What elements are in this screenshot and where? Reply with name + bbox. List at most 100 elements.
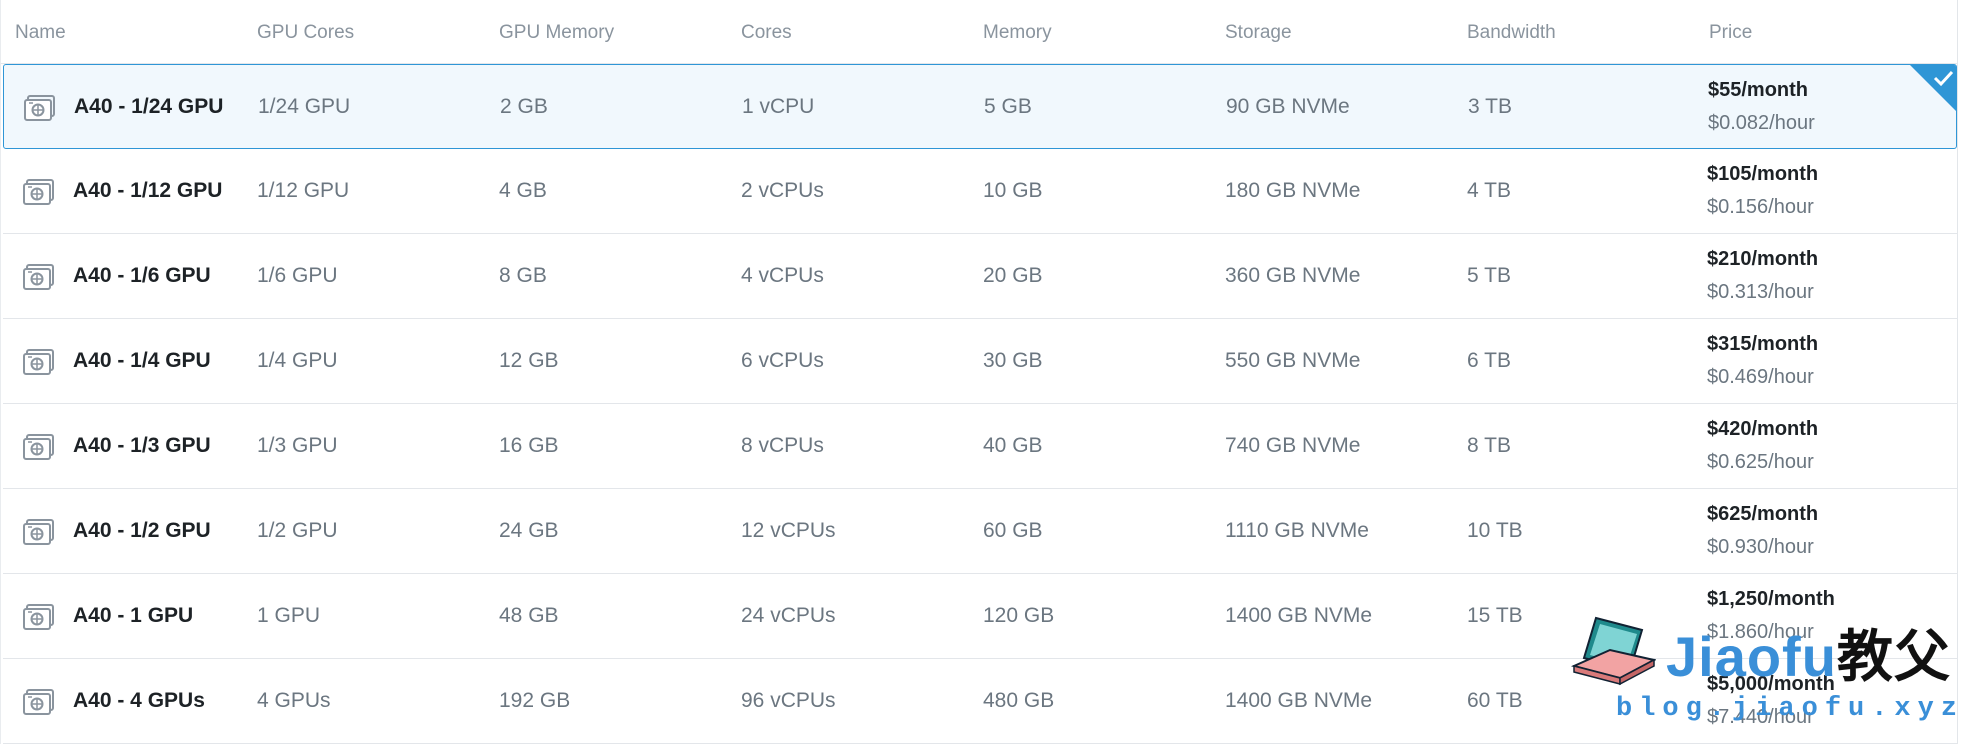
price-monthly: $55/month (1708, 78, 1809, 101)
plan-gpu-memory: 12 GB (499, 349, 559, 372)
plan-storage: 740 GB NVMe (1225, 434, 1361, 457)
plan-gpu-memory: 8 GB (499, 264, 547, 287)
checkmark-icon (1909, 65, 1956, 112)
column-header-bandwidth: Bandwidth (1467, 22, 1556, 43)
plan-cores: 8 vCPUs (741, 434, 824, 457)
plan-gpu-cores: 1/3 GPU (257, 434, 338, 457)
price-monthly: $420/month (1707, 418, 1819, 440)
column-header-storage: Storage (1225, 22, 1292, 43)
plan-name-cell: A40 - 1/24 GPU (24, 65, 223, 148)
plan-name: A40 - 1/6 GPU (73, 264, 211, 287)
plan-name: A40 - 1/24 GPU (74, 94, 224, 118)
plan-name-cell: A40 - 1/6 GPU (23, 234, 211, 318)
plan-name-cell: A40 - 1 GPU (23, 574, 193, 658)
plan-gpu-memory: 16 GB (499, 434, 559, 457)
plan-gpu-memory: 4 GB (499, 179, 547, 202)
column-header-price: Price (1709, 22, 1753, 43)
plan-row[interactable]: A40 - 4 GPUs 4 GPUs 192 GB 96 vCPUs 480 GB 14… (3, 659, 1957, 744)
plan-row[interactable]: A40 - 1 GPU 1 GPU 48 GB 24 vCPUs 120 GB 1400 … (3, 574, 1957, 659)
plan-name: A40 - 1/4 GPU (73, 349, 211, 372)
plan-bandwidth: 10 TB (1467, 519, 1523, 542)
plan-memory: 5 GB (984, 94, 1032, 118)
plan-gpu-cores: 1/24 GPU (258, 94, 351, 118)
plan-memory: 30 GB (983, 349, 1043, 372)
price-hourly: $0.469/hour (1707, 366, 1814, 388)
gpu-card-icon (23, 346, 55, 376)
plan-price: $420/month $0.625/hour (1707, 404, 1818, 488)
plan-cores: 6 vCPUs (741, 349, 824, 372)
gpu-card-icon (23, 261, 55, 291)
price-monthly: $5,000/month (1707, 673, 1835, 695)
gpu-card-icon (23, 176, 55, 206)
plan-gpu-memory: 2 GB (500, 94, 548, 118)
price-monthly: $625/month (1707, 503, 1819, 525)
plan-row[interactable]: A40 - 1/2 GPU 1/2 GPU 24 GB 12 vCPUs 60 GB 11… (3, 489, 1957, 574)
column-header-cores: Cores (741, 22, 792, 43)
price-hourly: $0.156/hour (1707, 196, 1814, 218)
plan-memory: 60 GB (983, 519, 1043, 542)
price-hourly: $0.930/hour (1707, 536, 1814, 558)
plan-cores: 24 vCPUs (741, 604, 836, 627)
plan-cores: 12 vCPUs (741, 519, 836, 542)
plan-price: $625/month $0.930/hour (1707, 489, 1818, 573)
plan-gpu-cores: 1/12 GPU (257, 179, 350, 202)
column-header-gpu-memory: GPU Memory (499, 22, 615, 43)
plan-cores: 96 vCPUs (741, 689, 836, 712)
gpu-card-icon (23, 516, 55, 546)
plan-bandwidth: 60 TB (1467, 689, 1523, 712)
plan-price: $315/month $0.469/hour (1707, 319, 1818, 403)
plan-storage: 360 GB NVMe (1225, 264, 1361, 287)
plan-name: A40 - 1/2 GPU (73, 519, 211, 542)
plan-row[interactable]: A40 - 1/3 GPU 1/3 GPU 16 GB 8 vCPUs 40 GB 740… (3, 404, 1957, 489)
price-hourly: $0.625/hour (1707, 451, 1814, 473)
plan-name-cell: A40 - 1/3 GPU (23, 404, 211, 488)
plan-name-cell: A40 - 1/12 GPU (23, 149, 222, 233)
plan-gpu-memory: 24 GB (499, 519, 559, 542)
plan-name: A40 - 1/3 GPU (73, 434, 211, 457)
column-header-gpu-cores: GPU Cores (257, 22, 355, 43)
plan-memory: 480 GB (983, 689, 1055, 712)
plan-memory: 10 GB (983, 179, 1043, 202)
column-header-memory: Memory (983, 22, 1052, 43)
price-monthly: $105/month (1707, 163, 1819, 185)
plan-storage: 1400 GB NVMe (1225, 689, 1373, 712)
plan-cores: 2 vCPUs (741, 179, 824, 202)
plan-cores: 4 vCPUs (741, 264, 824, 287)
plan-name-cell: A40 - 1/2 GPU (23, 489, 211, 573)
plan-memory: 40 GB (983, 434, 1043, 457)
gpu-card-icon (24, 92, 56, 122)
plan-gpu-memory: 192 GB (499, 689, 571, 712)
gpu-card-icon (23, 431, 55, 461)
column-header-name: Name (15, 22, 66, 43)
plan-memory: 20 GB (983, 264, 1043, 287)
plan-name: A40 - 1/12 GPU (73, 179, 223, 202)
plan-bandwidth: 15 TB (1467, 604, 1523, 627)
plan-row[interactable]: A40 - 1/12 GPU 1/12 GPU 4 GB 2 vCPUs 10 GB 18… (3, 149, 1957, 234)
plan-gpu-cores: 1 GPU (257, 604, 321, 627)
price-monthly: $1,250/month (1707, 588, 1835, 610)
table-header: Name GPU Cores GPU Memory Cores Memory S… (1, 0, 1957, 64)
plan-storage: 180 GB NVMe (1225, 179, 1361, 202)
plan-name-cell: A40 - 1/4 GPU (23, 319, 211, 403)
plan-gpu-cores: 1/2 GPU (257, 519, 338, 542)
plan-gpu-memory: 48 GB (499, 604, 559, 627)
plan-row[interactable]: A40 - 1/6 GPU 1/6 GPU 8 GB 4 vCPUs 20 GB 360 … (3, 234, 1957, 319)
plan-cores: 1 vCPU (742, 94, 815, 118)
plan-name: A40 - 4 GPUs (73, 689, 205, 712)
plan-bandwidth: 6 TB (1467, 349, 1511, 372)
plan-name: A40 - 1 GPU (73, 604, 194, 627)
price-hourly: $1.860/hour (1707, 621, 1814, 643)
price-hourly: $7.440/hour (1707, 706, 1814, 728)
plan-table: Name GPU Cores GPU Memory Cores Memory S… (0, 0, 1958, 744)
plan-name-cell: A40 - 4 GPUs (23, 659, 205, 743)
plan-price: $1,250/month $1.860/hour (1707, 574, 1835, 658)
plan-row[interactable]: A40 - 1/4 GPU 1/4 GPU 12 GB 6 vCPUs 30 GB 550… (3, 319, 1957, 404)
plan-row[interactable]: A40 - 1/24 GPU 1/24 GPU 2 GB 1 vCPU 5 GB 90 G… (3, 64, 1957, 149)
price-monthly: $210/month (1707, 248, 1819, 270)
plan-gpu-cores: 1/6 GPU (257, 264, 338, 287)
plan-storage: 550 GB NVMe (1225, 349, 1361, 372)
plan-storage: 1110 GB NVMe (1225, 519, 1369, 542)
plan-price: $5,000/month $7.440/hour (1707, 659, 1835, 743)
plan-price: $105/month $0.156/hour (1707, 149, 1818, 233)
plan-bandwidth: 5 TB (1467, 264, 1511, 287)
